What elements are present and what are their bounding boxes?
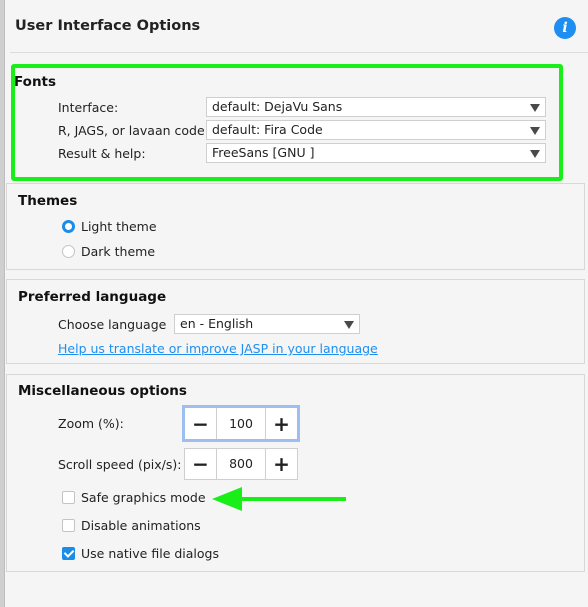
native-file-dialogs-label[interactable]: Use native file dialogs — [81, 546, 219, 561]
chevron-down-icon — [344, 321, 354, 329]
scroll-speed-stepper[interactable]: − 800 + — [184, 448, 298, 480]
safe-graphics-label[interactable]: Safe graphics mode — [81, 490, 206, 505]
dark-theme-radio[interactable] — [62, 245, 75, 258]
misc-group-title: Miscellaneous options — [18, 383, 187, 399]
disable-animations-checkbox[interactable] — [62, 519, 75, 532]
translate-link[interactable]: Help us translate or improve JASP in you… — [58, 341, 378, 356]
zoom-label: Zoom (%): — [58, 416, 124, 431]
language-value: en - English — [180, 316, 254, 331]
language-dropdown[interactable]: en - English — [174, 314, 360, 334]
choose-language-label: Choose language — [58, 317, 167, 332]
safe-graphics-checkbox[interactable] — [62, 491, 75, 504]
annotation-arrow-icon — [212, 487, 346, 511]
zoom-value[interactable]: 100 — [217, 408, 265, 439]
disable-animations-label[interactable]: Disable animations — [81, 518, 201, 533]
light-theme-label[interactable]: Light theme — [81, 219, 157, 234]
light-theme-radio[interactable] — [62, 220, 75, 233]
scroll-speed-value[interactable]: 800 — [217, 449, 265, 479]
page-title: User Interface Options — [15, 18, 201, 34]
themes-group-title: Themes — [18, 193, 78, 209]
scroll-speed-decrease-button[interactable]: − — [185, 449, 217, 479]
info-icon[interactable]: i — [554, 17, 576, 39]
language-group-title: Preferred language — [18, 289, 167, 305]
native-file-dialogs-checkbox[interactable] — [62, 547, 75, 560]
annotation-highlight-box — [11, 64, 563, 181]
language-group: Preferred language Choose language en - … — [6, 279, 585, 364]
misc-group: Miscellaneous options Zoom (%): − 100 + … — [6, 374, 585, 572]
dark-theme-label[interactable]: Dark theme — [81, 244, 155, 259]
themes-group: Themes Light theme Dark theme — [6, 183, 585, 270]
title-divider — [10, 52, 588, 53]
scroll-speed-label: Scroll speed (pix/s): — [58, 457, 182, 472]
zoom-stepper[interactable]: − 100 + — [182, 405, 300, 442]
zoom-increase-button[interactable]: + — [265, 408, 297, 439]
zoom-decrease-button[interactable]: − — [185, 408, 217, 439]
scroll-speed-increase-button[interactable]: + — [265, 449, 297, 479]
